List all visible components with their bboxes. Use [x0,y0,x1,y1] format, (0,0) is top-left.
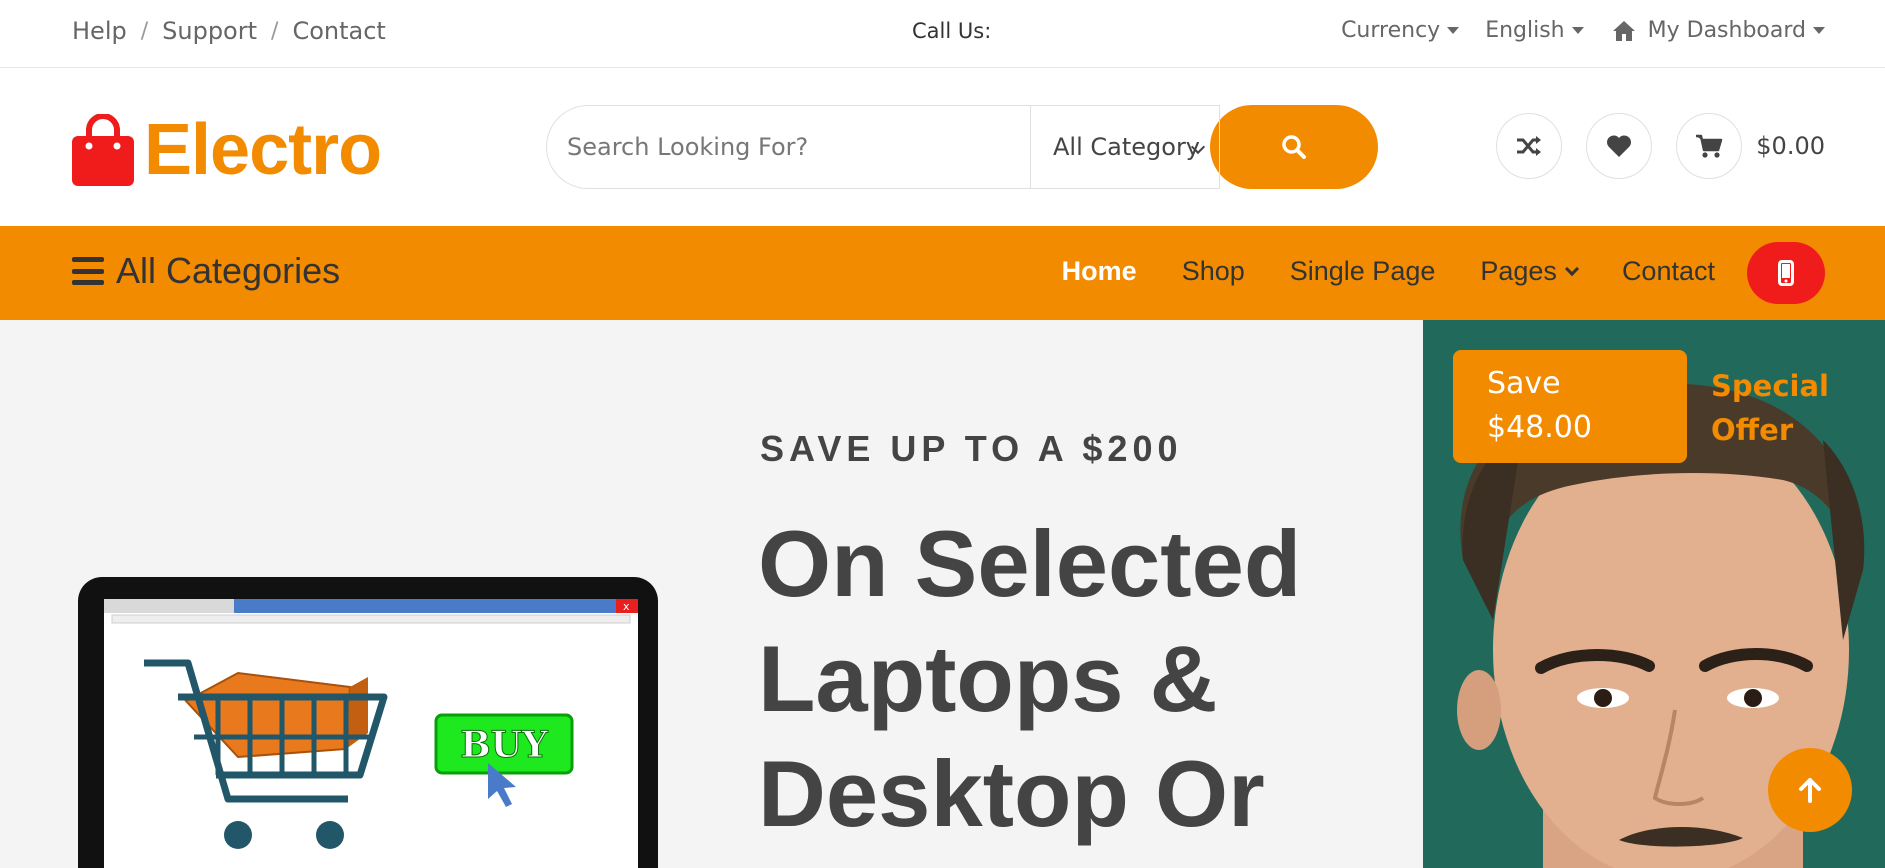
hero-headline: On Selected Laptops & Desktop Or [758,506,1301,851]
special-offer-line: Offer [1711,413,1794,447]
all-categories-toggle[interactable]: All Categories [72,250,340,292]
chevron-down-icon [1564,261,1580,276]
nav-item-pages[interactable]: Pages [1480,256,1580,287]
contact-link[interactable]: Contact [292,17,385,45]
search-bar: All Category [546,105,1386,189]
language-label: English [1485,18,1565,43]
save-amount: $48.00 [1487,410,1592,445]
category-selected: All Category [1053,133,1201,161]
dashboard-dropdown[interactable]: My Dashboard [1648,18,1825,43]
main-nav: All Categories Home Shop Single Page Pag… [0,226,1885,320]
top-right-menu: Currency English My Dashboard [1315,18,1825,43]
menu-icon [72,257,104,285]
help-link[interactable]: Help [72,17,127,45]
nav-item-shop[interactable]: Shop [1182,256,1245,287]
laptop-illustration: x BUY [78,577,658,868]
logo-text: Electro [144,110,382,190]
save-badge: Save $48.00 [1453,350,1687,463]
phone-icon [1778,260,1794,286]
headline-line: Laptops & [758,626,1218,731]
nav-links: Home Shop Single Page Pages Contact [1017,256,1715,287]
search-icon [1282,135,1306,159]
divider: / [271,18,279,44]
home-icon[interactable] [1612,20,1636,42]
search-button[interactable] [1210,105,1378,189]
site-logo[interactable]: Electro [72,109,382,191]
caret-down-icon [1571,27,1584,34]
headline-line: Desktop Or [758,741,1265,846]
nav-item-home[interactable]: Home [1062,256,1137,287]
search-input[interactable] [565,132,1005,162]
svg-text:x: x [623,600,630,613]
nav-item-contact[interactable]: Contact [1622,256,1715,287]
heart-icon [1607,135,1632,157]
support-link[interactable]: Support [162,17,257,45]
cart-button[interactable] [1676,113,1743,179]
caret-down-icon [1447,27,1460,34]
language-dropdown[interactable]: English [1485,18,1584,43]
header-actions: $0.00 [1472,113,1825,179]
buy-label: BUY [460,724,549,766]
all-categories-label: All Categories [116,250,341,291]
call-us-label: Call Us: [912,19,992,43]
caret-down-icon [1813,27,1825,34]
nav-item-single-page[interactable]: Single Page [1290,256,1436,287]
divider: / [140,18,149,44]
headline-line: On Selected [758,511,1302,616]
bag-icon [72,114,134,186]
dashboard-label: My Dashboard [1647,18,1806,43]
phone-button[interactable] [1747,242,1825,304]
top-links: Help / Support / Contact [72,17,386,45]
currency-dropdown[interactable]: Currency [1341,18,1460,43]
nav-item-pages-label: Pages [1480,256,1557,286]
top-bar: Help / Support / Contact Call Us: Curren… [0,0,1885,68]
hero-banner: x BUY SAVE UP TO A $200 On Selected Lapt… [0,320,1423,868]
currency-label: Currency [1341,18,1441,43]
category-select[interactable]: All Category [1030,105,1220,189]
search-field-wrap [546,105,1030,189]
back-to-top-button[interactable] [1768,748,1852,832]
arrow-up-icon [1799,778,1821,803]
cart-icon [1696,134,1723,158]
shuffle-icon [1517,136,1542,156]
special-offer-line: Special [1711,369,1829,403]
hero-eyebrow: SAVE UP TO A $200 [760,428,1183,469]
cart-total[interactable]: $0.00 [1756,132,1825,160]
main-header: Electro All Category [0,69,1885,226]
save-label: Save [1487,366,1561,401]
wishlist-button[interactable] [1586,113,1653,179]
compare-button[interactable] [1496,113,1563,179]
special-offer-label: Special Offer [1711,364,1829,452]
